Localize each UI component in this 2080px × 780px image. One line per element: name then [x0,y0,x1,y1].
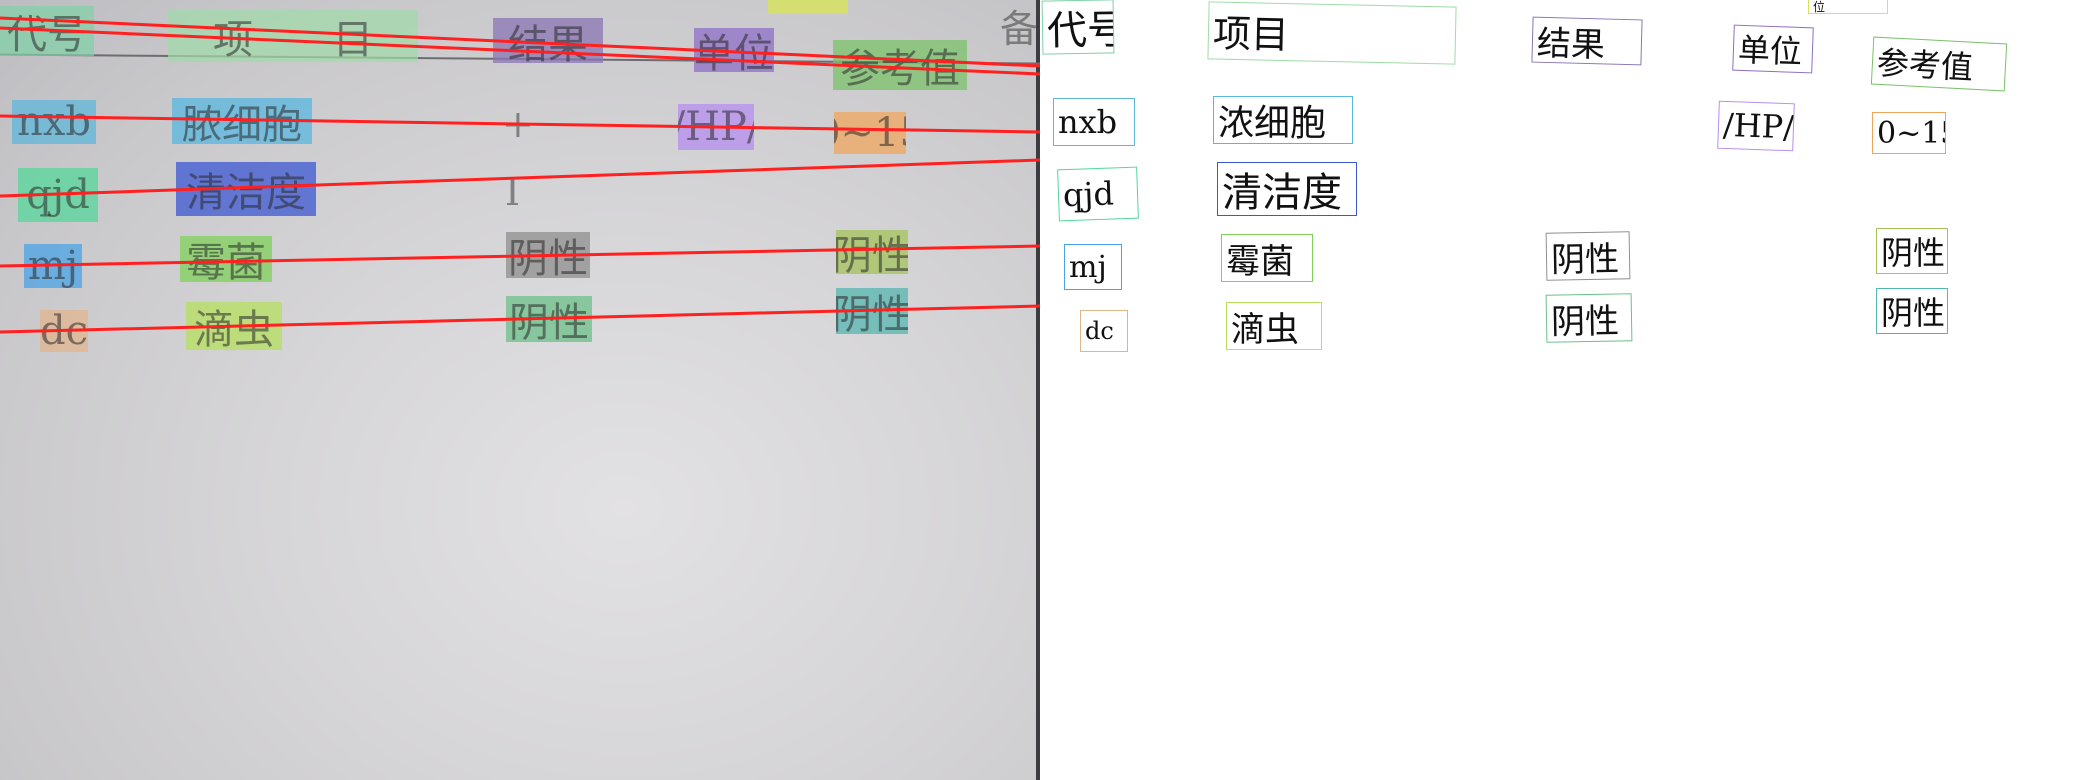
render-row4-ref: 阴性 [1876,288,1948,334]
recognition-render-panel: 代号 项目 结果 单位 参考值 位 nxb 浓细胞 /HP/ 0~15 qjd … [1040,0,2080,780]
red-line-row3 [0,244,1040,268]
render-row1-code: nxb [1053,98,1135,146]
render-result-header: 结果 [1531,16,1643,66]
render-item-header: 项目 [1207,1,1457,65]
red-line-row2 [0,158,1040,198]
render-row4-result: 阴性 [1545,293,1633,343]
render-row3-ref: 阴性 [1876,228,1948,274]
render-ref-header: 参考值 [1870,36,2008,92]
red-line-header-a [0,16,1040,68]
render-row3-result: 阴性 [1545,231,1631,281]
render-unit-header: 单位 [1732,24,1814,74]
render-row2-code: qjd [1057,166,1139,222]
render-row3-item: 霉菌 [1221,234,1313,282]
red-line-row1 [0,114,1040,134]
render-row4-item: 滴虫 [1226,302,1322,350]
render-row1-ref: 0~15 [1872,112,1946,154]
render-row2-item: 清洁度 [1217,162,1357,216]
document-photo: 备 代号 项 目 结果 单位 参考值 nxb 脓细胞 + /HP/ 0~15 q… [0,0,1040,780]
render-top-partial: 位 [1808,0,1888,14]
render-row4-code: dc [1080,310,1128,352]
render-row3-code: mj [1064,244,1122,290]
render-code-header: 代号 [1041,0,1115,55]
red-line-header-b [0,26,1040,76]
render-row1-unit: /HP/ [1717,100,1795,152]
red-line-layer [0,16,1040,334]
red-line-row4 [0,304,1040,334]
render-row1-item: 浓细胞 [1213,96,1353,144]
